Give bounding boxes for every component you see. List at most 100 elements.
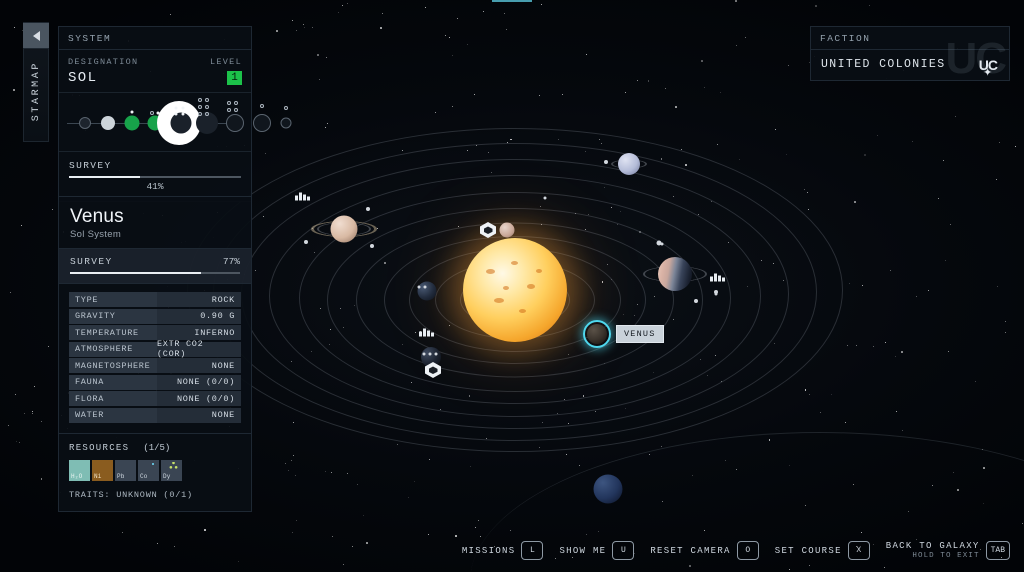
- star: [610, 278, 612, 280]
- planet-panel: Venus Sol System SURVEY 77% TYPE ROCK GRAV…: [58, 196, 252, 512]
- control-key-l[interactable]: L: [521, 541, 544, 560]
- moon-body: [434, 352, 438, 356]
- star: [40, 421, 42, 423]
- star: [342, 327, 344, 329]
- level-block: LEVEL 1: [210, 57, 242, 85]
- star: [470, 465, 472, 467]
- system-moon-dot: [227, 108, 231, 112]
- collapse-button[interactable]: [23, 23, 49, 49]
- system-moon-dot: [174, 106, 178, 110]
- star: [311, 228, 313, 230]
- poi-settlement-marker[interactable]: [295, 192, 311, 201]
- system-body-icon[interactable]: [170, 112, 192, 134]
- control-hint[interactable]: RESET CAMERA O: [650, 541, 759, 560]
- planet-body[interactable]: [593, 474, 623, 504]
- system-moon-dot: [198, 98, 202, 102]
- star-sol[interactable]: [463, 238, 567, 342]
- control-hint[interactable]: SET COURSE X: [775, 541, 870, 560]
- star: [624, 91, 626, 93]
- star: [156, 543, 158, 545]
- stat-key: FLORA: [69, 391, 157, 406]
- star: [815, 5, 818, 7]
- star: [916, 295, 918, 297]
- control-hint[interactable]: MISSIONS L: [462, 541, 544, 560]
- designation-block: DESIGNATION SOL: [68, 57, 138, 86]
- star: [673, 319, 675, 321]
- poi-settlement-marker[interactable]: [710, 273, 726, 282]
- planet-body[interactable]: [421, 347, 441, 367]
- star: [672, 289, 674, 291]
- system-body-icon[interactable]: [79, 117, 91, 129]
- star: [499, 299, 501, 301]
- resource-chip[interactable]: H₂O: [69, 460, 90, 481]
- resource-chip[interactable]: Pb: [115, 460, 136, 481]
- poi-outpost-marker[interactable]: [480, 222, 496, 238]
- planet-title-block: Venus Sol System: [59, 197, 251, 248]
- system-body-icon[interactable]: [253, 114, 271, 132]
- stat-key: TEMPERATURE: [69, 325, 157, 340]
- poi-outpost-marker[interactable]: [425, 362, 441, 378]
- poi-diamond-icon: [480, 222, 496, 238]
- star: [789, 569, 791, 571]
- star: [24, 412, 26, 414]
- control-key-tab[interactable]: TAB: [985, 541, 1010, 560]
- moon-body: [543, 196, 547, 200]
- star: [346, 3, 348, 5]
- planet-body[interactable]: [658, 257, 692, 291]
- star: [736, 468, 738, 470]
- star: [704, 87, 706, 89]
- planet-venus[interactable]: [587, 324, 607, 344]
- system-body-icon[interactable]: [226, 114, 244, 132]
- star: [855, 345, 857, 347]
- star: [995, 178, 997, 180]
- moon-body: [370, 244, 374, 248]
- resource-chip[interactable]: Ni: [92, 460, 113, 481]
- control-key-o[interactable]: O: [736, 541, 759, 560]
- system-body-icon[interactable]: [124, 115, 140, 131]
- star: [685, 164, 688, 166]
- planet-body[interactable]: [499, 222, 515, 238]
- control-key-x[interactable]: X: [847, 541, 870, 560]
- control-hint[interactable]: SHOW ME U: [559, 541, 635, 560]
- stat-value: NONE: [157, 358, 241, 373]
- star: [558, 138, 560, 140]
- starmap-tab[interactable]: STARMAP: [23, 22, 49, 142]
- selection-ring: [583, 320, 611, 348]
- star: [916, 538, 918, 540]
- star: [715, 354, 717, 356]
- star: [948, 350, 950, 352]
- star: [472, 292, 474, 294]
- system-moon-dot: [284, 106, 288, 110]
- star: [594, 411, 596, 413]
- resource-chip[interactable]: Co: [138, 460, 159, 481]
- star: [774, 128, 776, 130]
- poi-settlement-marker[interactable]: [419, 328, 435, 337]
- star: [950, 224, 952, 226]
- planet-survey-track: [70, 272, 240, 274]
- star: [647, 80, 650, 82]
- star: [983, 467, 986, 470]
- system-body-icon[interactable]: [101, 116, 115, 130]
- control-hint-bar: MISSIONS L SHOW ME U RESET CAMERA O SET COURSE…: [462, 541, 1010, 560]
- orbit-ring: [269, 175, 761, 417]
- star: [931, 484, 933, 486]
- star: [997, 285, 999, 287]
- system-body-icon[interactable]: [280, 117, 292, 129]
- planet-body[interactable]: [417, 281, 437, 301]
- control-hint[interactable]: BACK TO GALAXY HOLD TO EXIT TAB: [886, 541, 1010, 560]
- sun-surface-detail: [463, 238, 567, 342]
- star: [907, 510, 909, 512]
- star: [846, 345, 848, 347]
- planet-subtitle: Sol System: [70, 229, 122, 240]
- resource-chip[interactable]: Dy: [161, 460, 182, 481]
- planet-body[interactable]: [330, 215, 358, 243]
- resources-label: RESOURCES: [69, 443, 130, 453]
- control-key-u[interactable]: U: [612, 541, 635, 560]
- star: [788, 464, 791, 467]
- star: [854, 200, 857, 203]
- star: [331, 535, 333, 537]
- planet-body[interactable]: [618, 153, 640, 175]
- settlement-icon: [419, 328, 435, 337]
- star: [574, 213, 576, 215]
- system-panel: SYSTEM DESIGNATION SOL LEVEL 1 SURVEY 41…: [58, 26, 292, 202]
